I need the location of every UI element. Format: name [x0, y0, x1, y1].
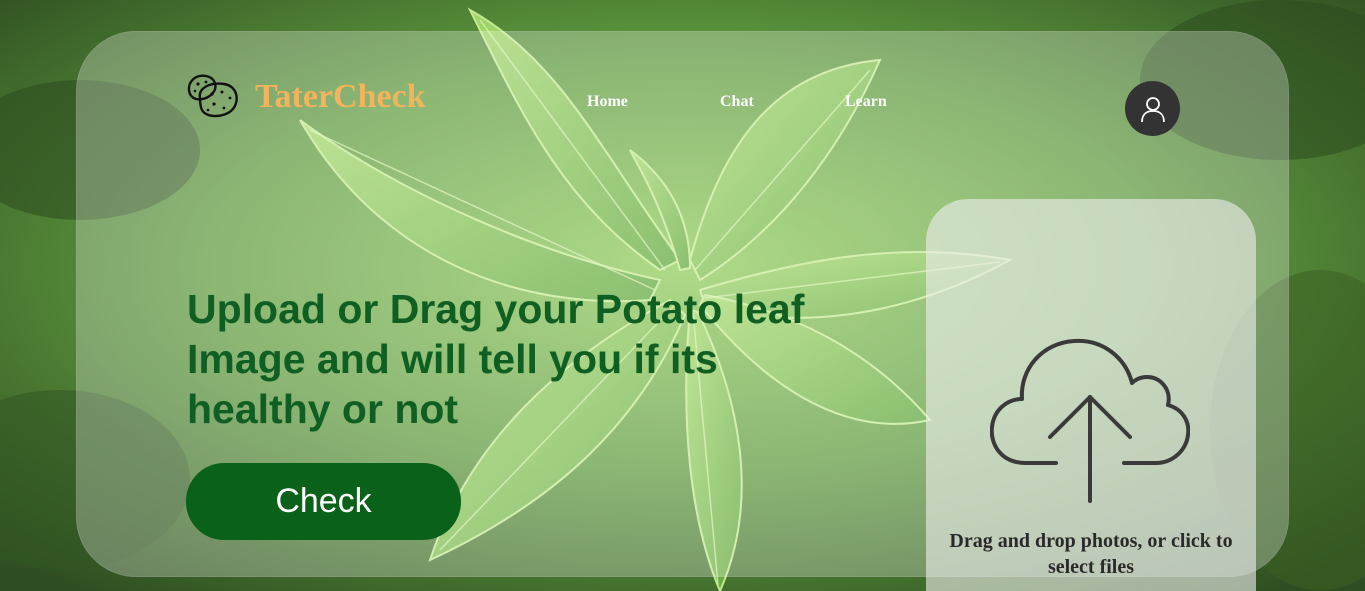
nav-learn-link[interactable]: Learn	[845, 93, 887, 111]
nav-chat-link[interactable]: Chat	[720, 93, 754, 111]
upload-dropzone[interactable]: Drag and drop photos, or click to select…	[926, 199, 1256, 591]
potato-logo-icon	[187, 74, 238, 118]
user-avatar-button[interactable]	[1125, 81, 1180, 136]
nav-home-link[interactable]: Home	[587, 93, 628, 111]
check-button[interactable]: Check	[186, 463, 461, 540]
brand[interactable]: TaterCheck	[184, 72, 426, 122]
upload-hint: Drag and drop photos, or click to select…	[949, 530, 1233, 578]
brand-name: TaterCheck	[255, 78, 426, 115]
user-icon	[1140, 96, 1165, 122]
cloud-upload-icon	[990, 338, 1190, 503]
main-nav: Home Chat Learn	[560, 93, 930, 115]
hero-headline: Upload or Drag your Potato leaf Image an…	[187, 286, 805, 432]
